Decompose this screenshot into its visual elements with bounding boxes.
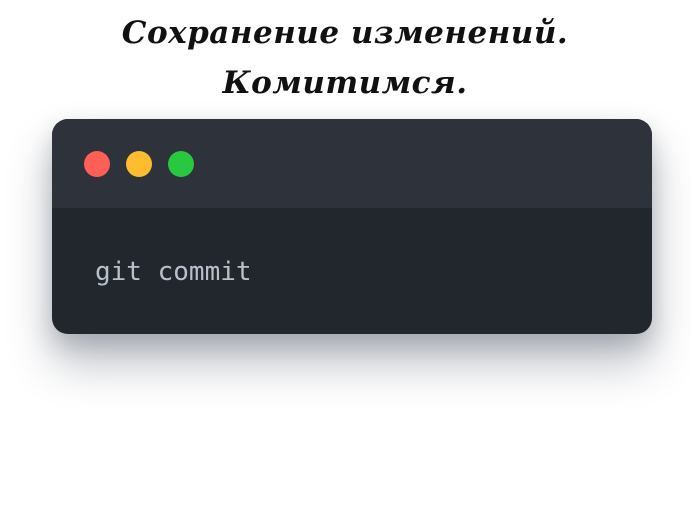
terminal-command: git commit (95, 257, 252, 287)
minimize-window-button[interactable] (126, 151, 152, 177)
close-window-button[interactable] (84, 151, 110, 177)
page-title: Сохранение изменений. Комитимся. (0, 8, 690, 108)
page: Сохранение изменений. Комитимся. git com… (0, 0, 690, 513)
terminal-window: git commit (52, 119, 652, 334)
title-line-2: Комитимся. (222, 65, 468, 101)
terminal-titlebar (52, 119, 652, 208)
title-line-1: Сохранение изменений. (121, 15, 569, 51)
maximize-window-button[interactable] (168, 151, 194, 177)
